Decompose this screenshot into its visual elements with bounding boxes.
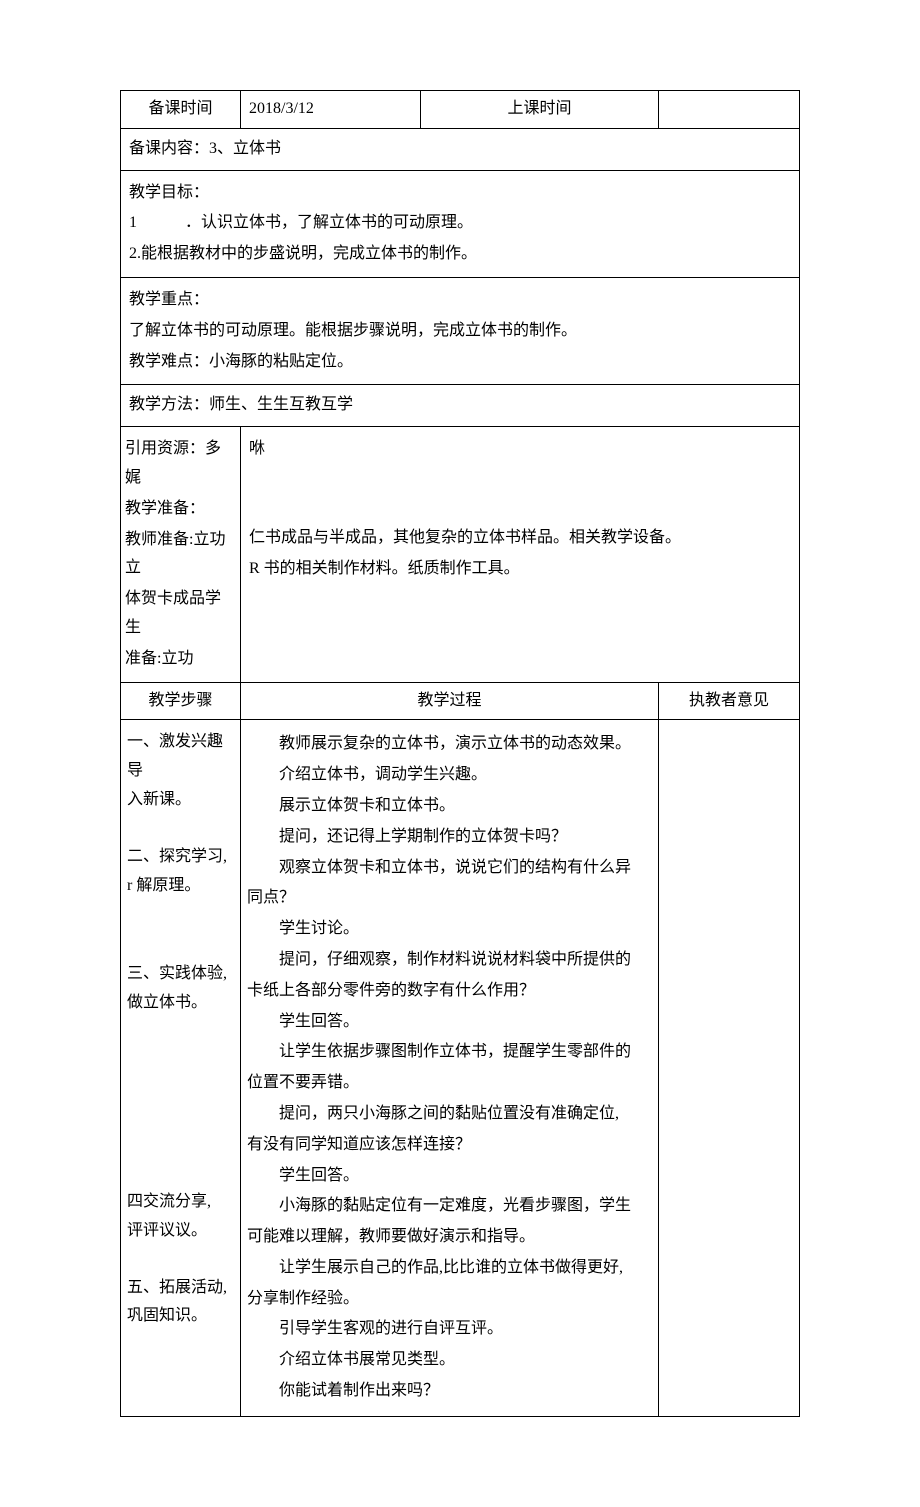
p16: 你能试着制作出来吗？ [247, 1377, 652, 1406]
prep-right: 咻 仁书成品与半成品，其他复杂的立体书样品。相关教学设备。 R 书的相关制作材料… [241, 427, 799, 681]
column-headers: 教学步骤 教学过程 执教者意见 [121, 683, 799, 721]
prep-l2: 教学准备： [125, 495, 236, 524]
step-2b: r 解原理。 [127, 872, 234, 901]
prep-l5: 准备:立功 [125, 645, 236, 674]
p10a: 提问，两只小海豚之间的黏贴位置没有准确定位, [247, 1100, 652, 1129]
prep-row: 引用资源：多娓 教学准备： 教师准备:立功立 体贺卡成品学生 准备:立功 咻 仁… [121, 427, 799, 682]
method-line: 教学方法：师生、生生互教互学 [121, 385, 799, 427]
p12a: 小海豚的黏贴定位有一定难度，光看步骤图，学生 [247, 1192, 652, 1221]
hdr-step: 教学步骤 [121, 683, 241, 720]
goal-1-num: 1 [129, 214, 137, 231]
prep-time-label: 备课时间 [121, 91, 241, 128]
class-time-value [659, 91, 799, 128]
goal-1-text: ．认识立体书，了解立体书的可动原理。 [185, 214, 473, 231]
focus-block: 教学重点： 了解立体书的可动原理。能根据步骤说明，完成立体书的制作。 教学难点：… [121, 278, 799, 385]
p7b: 卡纸上各部分零件旁的数字有什么作用？ [247, 977, 652, 1006]
p14: 引导学生客观的进行自评互评。 [247, 1315, 652, 1344]
prep-l4: 体贺卡成品学生 [125, 585, 236, 643]
p6: 学生讨论。 [247, 915, 652, 944]
prep-r3: R 书的相关制作材料。纸质制作工具。 [249, 555, 791, 584]
step-1b: 入新课。 [127, 786, 234, 815]
body-row: 一、激发兴趣导 入新课。 二、探究学习, r 解原理。 三、实践体验, 做立体书… [121, 720, 799, 1416]
p11: 学生回答。 [247, 1162, 652, 1191]
focus-line-1: 了解立体书的可动原理。能根据步骤说明，完成立体书的制作。 [129, 317, 791, 346]
focus-title: 教学重点： [129, 286, 791, 315]
p12b: 可能难以理解，教师要做好演示和指导。 [247, 1223, 652, 1252]
focus-line-2: 教学难点：小海豚的粘贴定位。 [129, 348, 791, 377]
process-column: 教师展示复杂的立体书，演示立体书的动态效果。 介绍立体书，调动学生兴趣。 展示立… [241, 720, 659, 1416]
prep-l1: 引用资源：多娓 [125, 435, 236, 493]
goals-block: 教学目标： 1 ．认识立体书，了解立体书的可动原理。 2.能根据教材中的步盛说明… [121, 171, 799, 278]
opinion-column [659, 720, 799, 1416]
p1: 教师展示复杂的立体书，演示立体书的动态效果。 [247, 730, 652, 759]
step-1a: 一、激发兴趣导 [127, 728, 234, 786]
goal-2: 2.能根据教材中的步盛说明，完成立体书的制作。 [129, 240, 791, 269]
p8: 学生回答。 [247, 1008, 652, 1037]
content-line: 备课内容：3、立体书 [121, 129, 799, 171]
goal-1: 1 ．认识立体书，了解立体书的可动原理。 [129, 209, 791, 238]
p13a: 让学生展示自己的作品,比比谁的立体书做得更好, [247, 1254, 652, 1283]
step-5a: 五、拓展活动, [127, 1274, 234, 1303]
p13b: 分享制作经验。 [247, 1285, 652, 1314]
p3: 展示立体贺卡和立体书。 [247, 792, 652, 821]
prep-r1: 咻 [249, 435, 791, 464]
step-3b: 做立体书。 [127, 989, 234, 1018]
step-3a: 三、实践体验, [127, 960, 234, 989]
prep-time-value: 2018/3/12 [241, 91, 421, 128]
p4: 提问，还记得上学期制作的立体贺卡吗？ [247, 823, 652, 852]
step-4a: 四交流分享, [127, 1188, 234, 1217]
class-time-label: 上课时间 [421, 91, 659, 128]
p9b: 位置不要弄错。 [247, 1069, 652, 1098]
prep-l3: 教师准备:立功立 [125, 526, 236, 584]
hdr-opinion: 执教者意见 [659, 683, 799, 720]
step-5b: 巩固知识。 [127, 1302, 234, 1331]
prep-left: 引用资源：多娓 教学准备： 教师准备:立功立 体贺卡成品学生 准备:立功 [121, 427, 241, 681]
p9a: 让学生依据步骤图制作立体书，提醒学生零部件的 [247, 1038, 652, 1067]
p15: 介绍立体书展常见类型。 [247, 1346, 652, 1375]
prep-r2: 仁书成品与半成品，其他复杂的立体书样品。相关教学设备。 [249, 524, 791, 553]
p5b: 同点？ [247, 884, 652, 913]
p10b: 有没有同学知道应该怎样连接？ [247, 1131, 652, 1160]
step-2a: 二、探究学习, [127, 843, 234, 872]
lesson-plan-table: 备课时间 2018/3/12 上课时间 备课内容：3、立体书 教学目标： 1 ．… [120, 90, 800, 1417]
p7a: 提问，仔细观察，制作材料说说材料袋中所提供的 [247, 946, 652, 975]
row-times: 备课时间 2018/3/12 上课时间 [121, 91, 799, 129]
step-4b: 评评议议。 [127, 1217, 234, 1246]
p5a: 观察立体贺卡和立体书，说说它们的结构有什么异 [247, 854, 652, 883]
p2: 介绍立体书，调动学生兴趣。 [247, 761, 652, 790]
hdr-proc: 教学过程 [241, 683, 659, 720]
steps-column: 一、激发兴趣导 入新课。 二、探究学习, r 解原理。 三、实践体验, 做立体书… [121, 720, 241, 1416]
goals-title: 教学目标： [129, 179, 791, 208]
